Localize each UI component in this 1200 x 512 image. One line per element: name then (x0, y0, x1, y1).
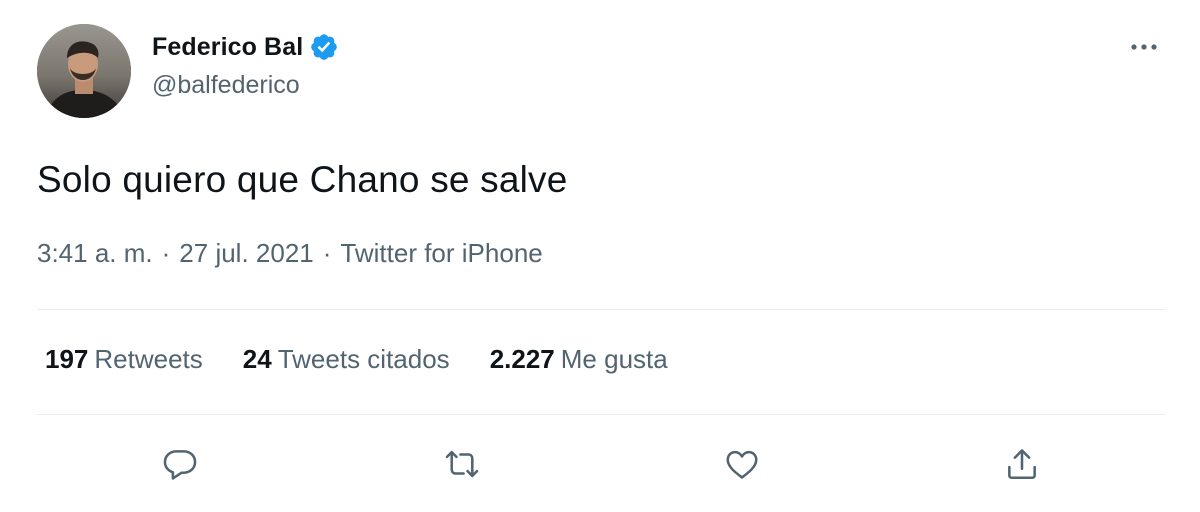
share-icon[interactable] (1000, 442, 1044, 486)
quote-tweets-label: Tweets citados (277, 344, 450, 374)
quote-tweets-count: 24 (242, 344, 272, 374)
meta-separator: · (161, 238, 171, 268)
author-block: Federico Bal @balfederico (152, 29, 339, 100)
tweet-text: Solo quiero que Chano se salve (37, 159, 568, 200)
tweet-date[interactable]: 27 jul. 2021 (179, 238, 313, 269)
tweet-source[interactable]: Twitter for iPhone (340, 238, 542, 269)
like-icon[interactable] (720, 442, 764, 486)
retweets-count: 197 (45, 344, 89, 374)
reply-icon[interactable] (158, 442, 202, 486)
retweets-label: Retweets (94, 344, 203, 374)
tweet-card: Federico Bal @balfederico Solo quiero qu… (0, 0, 1200, 512)
verified-badge-icon (309, 32, 339, 62)
avatar[interactable] (37, 24, 131, 118)
likes-stat[interactable]: 2.227 Me gusta (490, 344, 668, 375)
more-options-icon[interactable] (1124, 32, 1164, 62)
tweet-time[interactable]: 3:41 a. m. (37, 238, 153, 269)
likes-label: Me gusta (560, 344, 668, 374)
author-name[interactable]: Federico Bal (152, 33, 303, 62)
retweet-icon[interactable] (440, 442, 484, 486)
likes-count: 2.227 (489, 344, 555, 374)
author-handle[interactable]: @balfederico (152, 71, 339, 100)
tweet-meta: 3:41 a. m. · 27 jul. 2021 · Twitter for … (37, 238, 543, 269)
divider (37, 414, 1165, 415)
quote-tweets-stat[interactable]: 24 Tweets citados (243, 344, 450, 375)
divider (37, 309, 1165, 310)
meta-separator: · (322, 238, 332, 268)
tweet-stats: 197 Retweets 24 Tweets citados 2.227 Me gus… (45, 344, 708, 375)
retweets-stat[interactable]: 197 Retweets (45, 344, 203, 375)
